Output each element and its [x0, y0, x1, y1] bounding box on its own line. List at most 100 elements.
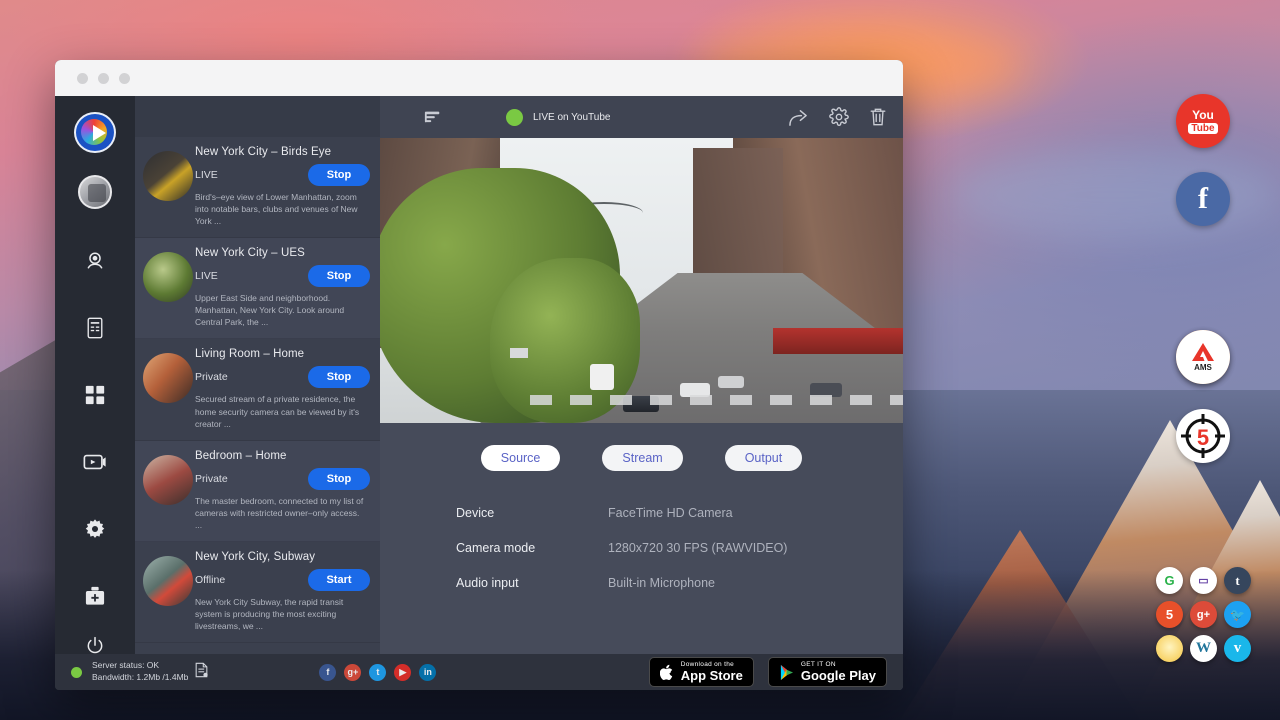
adobe-a-icon [1191, 342, 1215, 362]
info-value[interactable]: FaceTime HD Camera [608, 506, 733, 520]
desktop-icon-wordpress[interactable]: W [1190, 635, 1217, 662]
main-panel: LIVE on YouTube [380, 96, 903, 690]
tab-stream[interactable]: Stream [602, 445, 682, 471]
video-player-icon [83, 452, 107, 472]
server-status-text: Server status: OK Bandwidth: 1.2Mb /1.4M… [92, 660, 188, 683]
app-store-big: App Store [681, 669, 743, 683]
camera-action-button[interactable]: Stop [308, 164, 370, 186]
info-row: DeviceFaceTime HD Camera [456, 495, 903, 530]
desktop-icon-twitter[interactable]: 🐦 [1224, 601, 1251, 628]
sidebar-item-settings[interactable] [72, 507, 118, 552]
camera-thumbnail [143, 151, 193, 201]
camera-title: Living Room – Home [195, 348, 370, 360]
camera-status: Private [195, 473, 228, 485]
facebook-glyph: f [1198, 182, 1208, 216]
server-status-line: Server status: OK [92, 660, 188, 672]
footer-social-linkedin[interactable]: in [419, 664, 436, 681]
sidebar-item-dashboard[interactable] [72, 373, 118, 418]
desktop-icon-twitch[interactable]: ▭ [1190, 567, 1217, 594]
footer-social-googleplus[interactable]: g+ [344, 664, 361, 681]
desktop-icon-channel5-small[interactable]: 5 [1156, 601, 1183, 628]
desktop-icon-flare[interactable] [1156, 635, 1183, 662]
camera-title: New York City – UES [195, 247, 370, 259]
camera-row[interactable]: Living Room – HomePrivateStopSecured str… [135, 339, 380, 440]
camera-thumbnail [143, 353, 193, 403]
camera-description: Upper East Side and neighborhood. Manhat… [195, 292, 370, 328]
maximize-button[interactable] [119, 73, 130, 84]
footer-social-twitter[interactable]: t [369, 664, 386, 681]
sidebar-item-player[interactable] [72, 440, 118, 485]
webcam-icon [84, 250, 106, 272]
camera-action-button[interactable]: Stop [308, 366, 370, 388]
camera-thumbnail [143, 252, 193, 302]
info-value[interactable]: 1280x720 30 FPS (RAWVIDEO) [608, 541, 787, 555]
device-info: DeviceFaceTime HD CameraCamera mode1280x… [380, 489, 903, 600]
camera-action-button[interactable]: Start [308, 569, 370, 591]
sidebar-item-device[interactable] [72, 306, 118, 351]
camera-list-panel: New York City – Birds EyeLIVEStopBird's–… [135, 96, 380, 690]
info-label: Camera mode [456, 541, 608, 555]
sidebar-item-webcam[interactable] [72, 239, 118, 284]
app-store-badge[interactable]: Download on the App Store [649, 657, 754, 687]
footer-social-links: f g+ t ▶ in [319, 664, 436, 681]
log-document-button[interactable] [194, 662, 209, 683]
sort-filter-button[interactable] [424, 108, 442, 126]
footer-social-youtube[interactable]: ▶ [394, 664, 411, 681]
desktop-icon-googleplus[interactable]: g+ [1190, 601, 1217, 628]
camera-action-button[interactable]: Stop [308, 468, 370, 490]
tab-output[interactable]: Output [725, 445, 803, 471]
document-icon [194, 662, 209, 678]
youtube-line1: You [1192, 109, 1214, 121]
camera-list-header [135, 96, 380, 137]
desktop-icon-tumblr[interactable]: t [1224, 567, 1251, 594]
video-crosswalk [530, 395, 903, 405]
info-label: Device [456, 506, 608, 520]
sidebar-item-support[interactable] [72, 574, 118, 619]
info-row: Camera mode1280x720 30 FPS (RAWVIDEO) [456, 530, 903, 565]
sidebar-rail [55, 96, 135, 690]
trash-icon [869, 107, 887, 127]
cloud [950, 150, 1280, 240]
video-preview[interactable] [380, 138, 903, 423]
camera-row[interactable]: Bedroom – HomePrivateStopThe master bedr… [135, 441, 380, 542]
desktop-icon-vimeo[interactable]: v [1224, 635, 1251, 662]
camera-description: The master bedroom, connected to my list… [195, 495, 370, 531]
info-label: Audio input [456, 576, 608, 590]
camera-description: New York City Subway, the rapid transit … [195, 596, 370, 632]
desktop-icon-adobe-ams[interactable]: AMS [1176, 330, 1230, 384]
first-aid-kit-icon [84, 586, 106, 606]
share-button[interactable] [788, 108, 809, 127]
sidebar-item-user-avatar[interactable] [78, 175, 112, 208]
camera-action-button[interactable]: Stop [308, 265, 370, 287]
close-button[interactable] [77, 73, 88, 84]
desktop-icon-facebook[interactable]: f [1176, 172, 1230, 226]
camera-row[interactable]: New York City – UES LIVEStop Upper East Si… [135, 238, 380, 339]
play-triangle-icon [93, 125, 106, 141]
video-sign [510, 348, 528, 358]
camera-title: New York City – Birds Eye [195, 146, 370, 158]
window-titlebar [55, 60, 903, 96]
desktop-icon-grabyo[interactable]: G [1156, 567, 1183, 594]
tab-source[interactable]: Source [481, 445, 561, 471]
delete-button[interactable] [869, 107, 887, 127]
footer-social-facebook[interactable]: f [319, 664, 336, 681]
camera-row[interactable]: New York City – Birds EyeLIVEStopBird's–… [135, 137, 380, 238]
camera-status-row: LIVEStop [195, 265, 370, 287]
live-dot-icon [506, 109, 523, 126]
grid-icon [84, 384, 106, 406]
ams-label: AMS [1194, 363, 1212, 372]
sidebar-item-app-logo[interactable] [74, 112, 116, 153]
power-icon [85, 636, 105, 656]
info-value[interactable]: Built-in Microphone [608, 576, 715, 590]
desktop-icon-channel-five[interactable]: 5 [1176, 409, 1230, 463]
google-play-badge[interactable]: GET IT ON Google Play [768, 657, 887, 687]
app-window: New York City – Birds EyeLIVEStopBird's–… [55, 60, 903, 690]
camera-thumbnail [143, 556, 193, 606]
server-status-dot-icon [71, 667, 82, 678]
camera-row[interactable]: New York City, SubwayOfflineStartNew Yor… [135, 542, 380, 643]
toolbar-actions [788, 107, 887, 127]
settings-button[interactable] [829, 107, 849, 127]
main-toolbar: LIVE on YouTube [380, 96, 903, 138]
desktop-icon-youtube[interactable]: You Tube [1176, 94, 1230, 148]
minimize-button[interactable] [98, 73, 109, 84]
